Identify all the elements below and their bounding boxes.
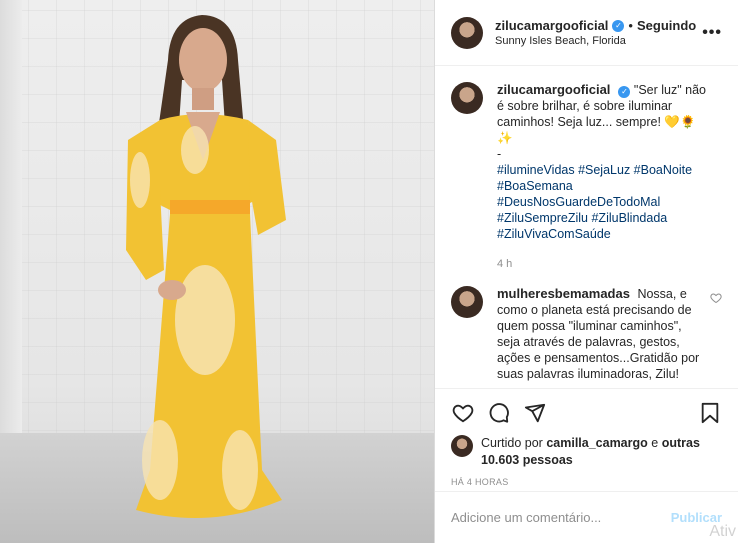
add-comment-bar: Publicar Ativ — [435, 491, 738, 543]
location-link[interactable]: Sunny Isles Beach, Florida — [495, 35, 702, 47]
like-comment-icon[interactable] — [710, 292, 722, 304]
avatar[interactable] — [451, 286, 483, 318]
verified-badge-icon: ✓ — [612, 19, 625, 32]
post-side-panel: zilucamargooficial ✓ • Seguindo Sunny Is… — [434, 0, 738, 543]
comment-icon[interactable] — [487, 401, 511, 425]
caption-username[interactable]: zilucamargooficial — [497, 82, 610, 97]
share-icon[interactable] — [523, 401, 547, 425]
comment-username[interactable]: mulheresbemamadas — [497, 286, 630, 301]
post-timestamp[interactable]: HÁ 4 HORAS — [451, 477, 722, 487]
comments-list[interactable]: zilucamargooficial ✓ "Ser luz" não é sobr… — [435, 66, 738, 388]
caption-time: 4 h — [497, 258, 513, 270]
hashtag-link[interactable]: #ilumineVidas #SejaLuz #BoaNoite — [497, 162, 707, 178]
hashtag-link[interactable]: #ZiluSempreZilu #ZiluBlindada — [497, 210, 707, 226]
likes-prefix: Curtido por — [481, 436, 543, 450]
activation-watermark: Ativ — [709, 523, 736, 540]
likes-middle: e — [651, 436, 659, 450]
verified-badge-icon: ✓ — [618, 86, 631, 98]
heart-icon[interactable] — [451, 401, 475, 425]
hashtag-link[interactable]: #DeusNosGuardeDeTodoMal — [497, 194, 707, 210]
separator-dot: • — [628, 18, 633, 33]
comment-text: Nossa, e como o planeta está precisando … — [497, 287, 700, 381]
avatar[interactable] — [451, 16, 483, 49]
hashtags: #ilumineVidas #SejaLuz #BoaNoite #BoaSem… — [497, 162, 707, 242]
comment-item: mulheresbemamadas Nossa, e como o planet… — [451, 286, 722, 382]
caption-dash: - — [497, 147, 502, 161]
following-button[interactable]: Seguindo — [637, 18, 696, 33]
post-header: zilucamargooficial ✓ • Seguindo Sunny Is… — [435, 0, 738, 66]
avatar[interactable] — [451, 435, 473, 457]
hashtag-link[interactable]: #ZiluVivaComSaúde — [497, 226, 707, 242]
header-username[interactable]: zilucamargooficial — [495, 18, 608, 33]
post-image[interactable] — [0, 0, 434, 543]
likes-summary: Curtido por camilla_camargo e outras 10.… — [451, 435, 722, 469]
likes-user-link[interactable]: camilla_camargo — [546, 436, 647, 450]
caption: zilucamargooficial ✓ "Ser luz" não é sobr… — [451, 82, 722, 272]
post-actions: Curtido por camilla_camargo e outras 10.… — [435, 388, 738, 487]
more-icon[interactable]: ••• — [702, 24, 722, 42]
bookmark-icon[interactable] — [698, 401, 722, 425]
woman-figure — [126, 15, 286, 518]
avatar[interactable] — [451, 82, 483, 114]
comment-input[interactable] — [451, 510, 671, 525]
hashtag-link[interactable]: #BoaSemana — [497, 178, 707, 194]
